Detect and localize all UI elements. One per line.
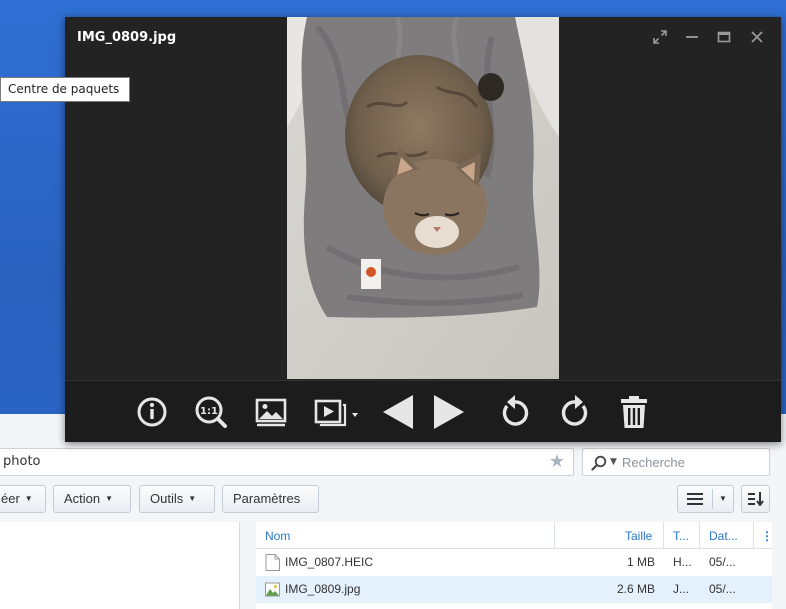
chevron-down-icon: ▼ [105, 494, 114, 503]
rotate-left-icon[interactable] [498, 394, 532, 430]
photo-image [287, 17, 559, 379]
star-icon[interactable]: ★ [549, 452, 565, 472]
file-list-header: Nom Taille T... Dat... ⋮ [256, 522, 773, 549]
create-button-label: éer [1, 491, 20, 506]
minimize-icon[interactable] [684, 29, 700, 45]
search-placeholder: Recherche [622, 455, 685, 470]
search-icon[interactable] [591, 455, 607, 471]
next-icon[interactable] [431, 394, 467, 430]
sort-button[interactable] [741, 485, 770, 513]
file-date: 05/... [709, 555, 736, 569]
table-row[interactable]: IMG_0807.HEIC 1 MB H... 05/... [256, 549, 772, 576]
viewer-title: IMG_0809.jpg [77, 30, 177, 45]
svg-text:1:1: 1:1 [200, 406, 218, 417]
list-view-icon [687, 493, 703, 505]
column-separator[interactable] [753, 522, 754, 549]
tools-button[interactable]: Outils ▼ [139, 485, 215, 513]
file-date: 05/... [709, 582, 736, 596]
column-size[interactable]: Taille [625, 529, 652, 543]
file-type: J... [673, 582, 690, 596]
file-name: IMG_0809.jpg [285, 582, 361, 596]
tools-button-label: Outils [150, 491, 184, 506]
close-icon[interactable] [749, 29, 765, 45]
folder-tree[interactable] [0, 522, 240, 609]
column-separator[interactable] [554, 522, 555, 549]
divider [712, 489, 713, 509]
slideshow-icon[interactable] [313, 394, 361, 430]
file-station-window: photo ★ ▼ Recherche éer ▼ Action ▼ Outils ▼… [0, 414, 786, 609]
rotate-right-icon[interactable] [558, 394, 592, 430]
settings-button-label: Paramètres [233, 491, 301, 506]
sort-icon [748, 492, 764, 506]
actual-size-icon[interactable]: 1:1 [193, 394, 229, 430]
path-bar[interactable]: photo ★ [0, 448, 574, 476]
column-name[interactable]: Nom [265, 529, 290, 543]
file-list: Nom Taille T... Dat... ⋮ IMG_0807.HEIC 1… [256, 522, 773, 609]
chevron-down-icon[interactable]: ▼ [719, 486, 727, 512]
image-file-icon [265, 582, 280, 597]
create-button[interactable]: éer ▼ [0, 485, 46, 513]
file-icon [265, 554, 280, 571]
maximize-icon[interactable] [716, 29, 732, 45]
chevron-down-icon: ▼ [188, 494, 197, 503]
search-input[interactable]: ▼ Recherche [582, 448, 770, 476]
info-icon[interactable] [135, 394, 169, 430]
chevron-down-icon[interactable]: ▼ [610, 452, 617, 472]
tooltip: Centre de paquets [0, 77, 131, 102]
column-date[interactable]: Dat... [709, 529, 738, 543]
file-size: 1 MB [626, 555, 655, 569]
action-button-label: Action [64, 491, 101, 506]
file-size: 2.6 MB [616, 582, 655, 596]
column-menu-icon[interactable]: ⋮ [761, 529, 773, 543]
previous-icon[interactable] [380, 394, 416, 430]
view-mode-button[interactable]: ▼ [677, 485, 734, 513]
file-type: H... [673, 555, 692, 569]
chevron-down-icon: ▼ [24, 494, 33, 503]
expand-icon[interactable] [652, 29, 668, 45]
settings-button[interactable]: Paramètres [222, 485, 319, 513]
column-separator[interactable] [699, 522, 700, 549]
trash-icon[interactable] [618, 394, 650, 430]
action-button[interactable]: Action ▼ [53, 485, 131, 513]
table-row[interactable]: IMG_0809.jpg 2.6 MB J... 05/... [256, 576, 772, 603]
viewer-toolbar: 1:1 [65, 380, 781, 442]
file-name: IMG_0807.HEIC [285, 555, 374, 569]
path-text: photo [3, 454, 41, 469]
column-type[interactable]: T... [673, 529, 689, 543]
photo-viewer-window: IMG_0809.jpg 1:1 [65, 17, 781, 442]
column-separator[interactable] [663, 522, 664, 549]
image-icon[interactable] [254, 394, 288, 430]
